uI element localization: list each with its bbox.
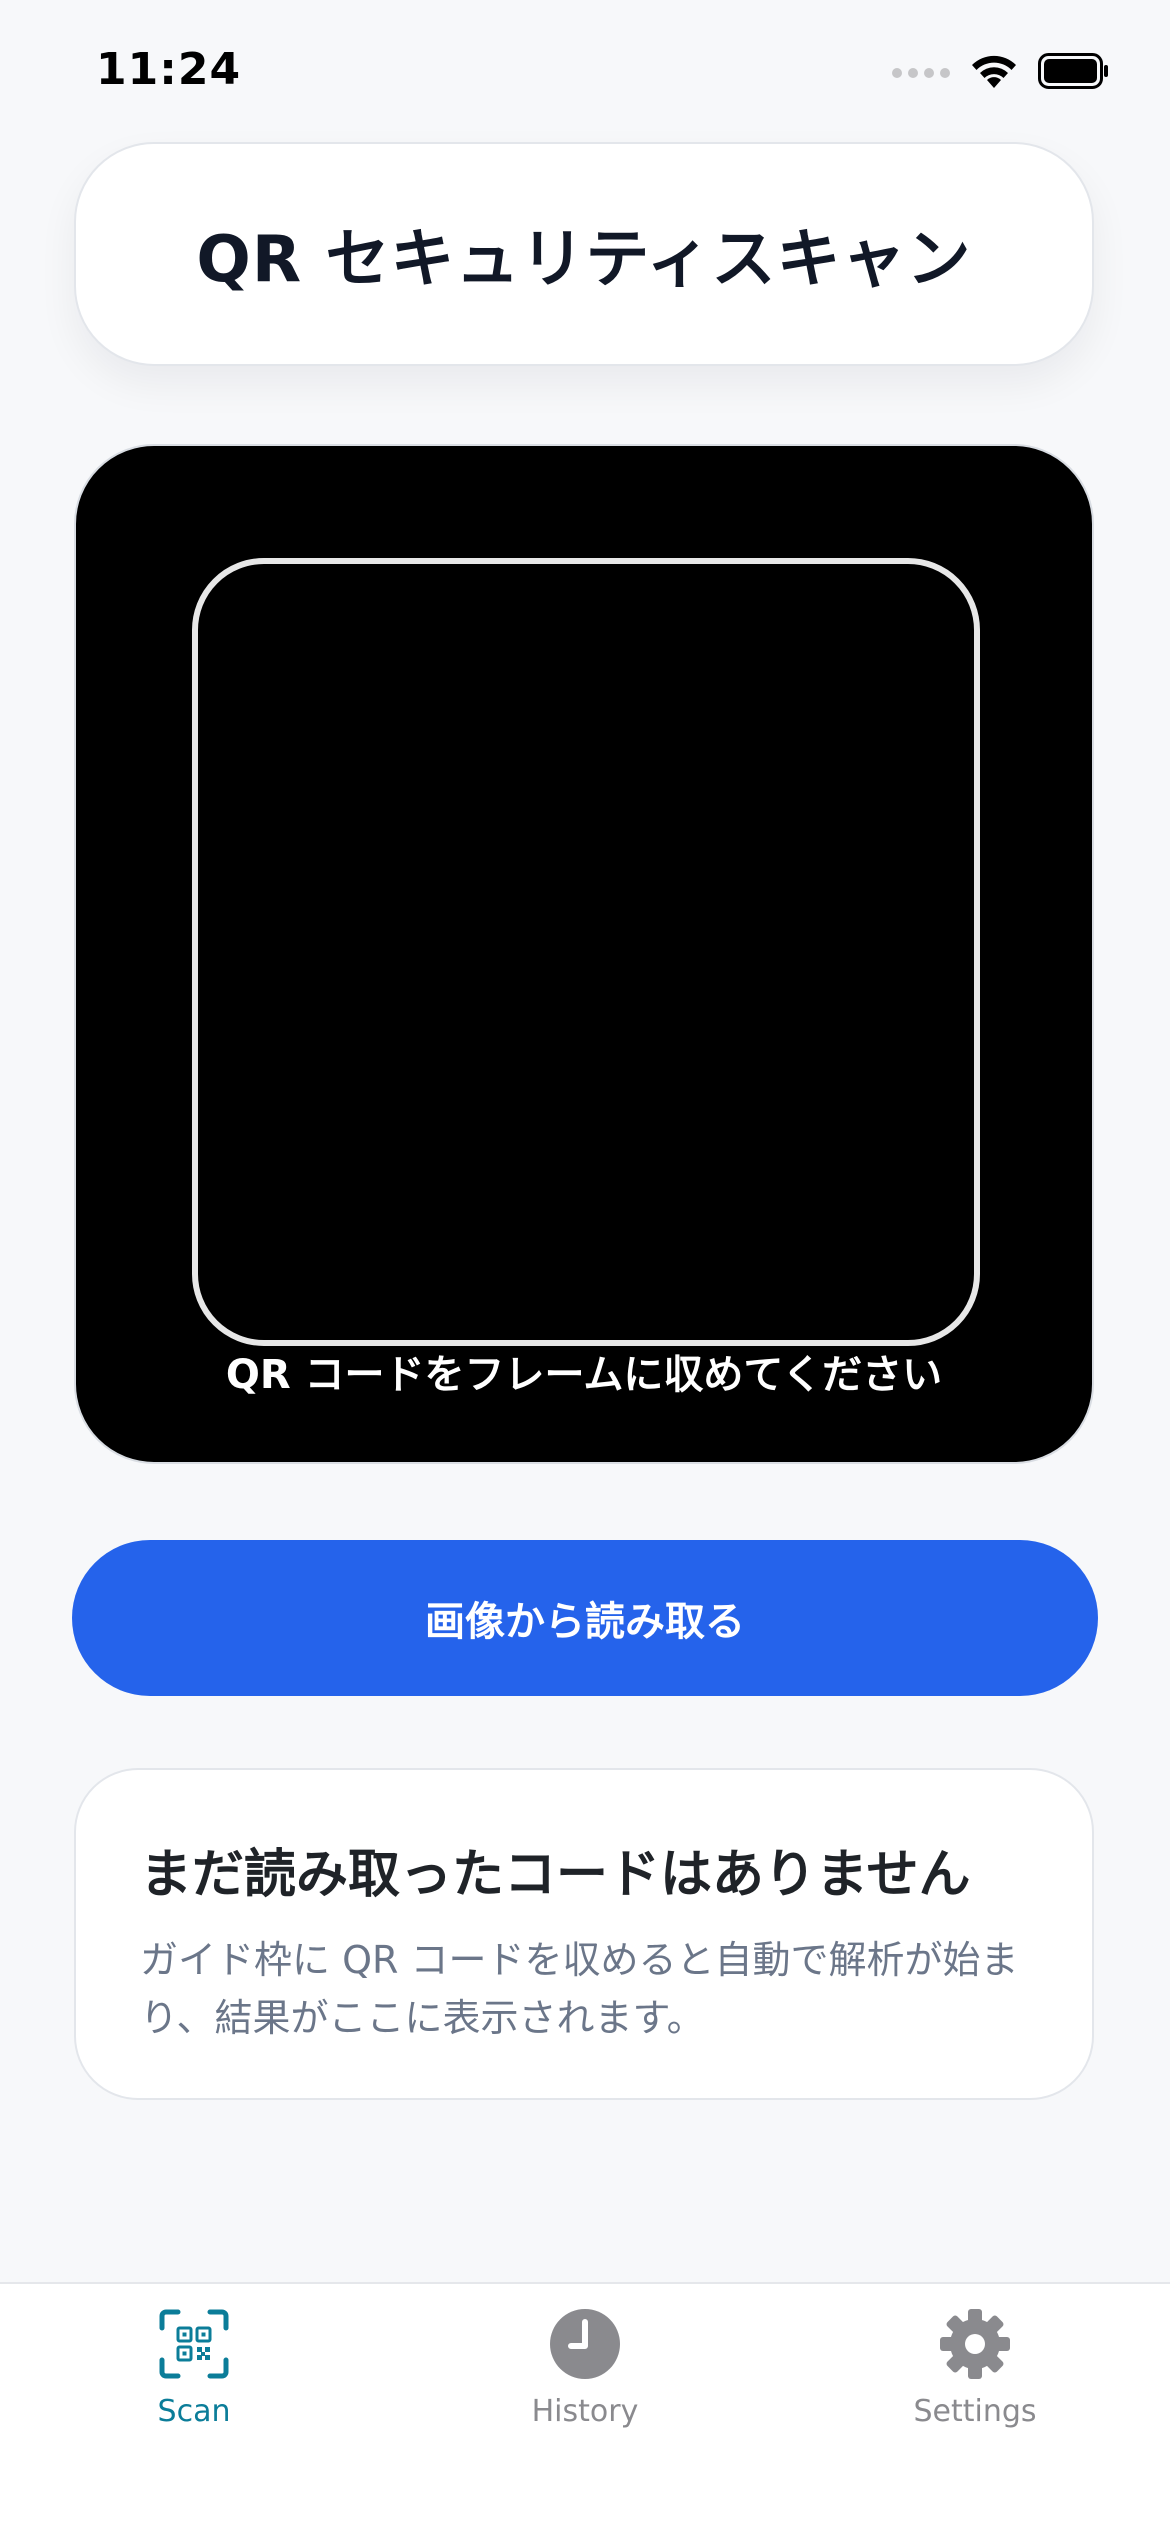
status-bar: 11:24 (0, 0, 1170, 140)
page-title: QR セキュリティスキャン (196, 223, 972, 297)
header-card: QR セキュリティスキャン (74, 142, 1094, 366)
tab-label-settings: Settings (913, 2394, 1037, 2429)
cellular-signal-icon (892, 68, 950, 78)
camera-preview[interactable]: QR コードをフレームに収めてください (74, 444, 1094, 1464)
scan-guide-frame (192, 558, 980, 1346)
tab-label-scan: Scan (157, 2394, 231, 2429)
battery-icon (1038, 53, 1110, 93)
camera-hint-text: QR コードをフレームに収めてください (225, 1352, 943, 1398)
tab-history[interactable]: History (465, 2302, 705, 2429)
tab-bar: Scan History Settings (0, 2282, 1170, 2532)
wifi-icon (968, 52, 1020, 94)
empty-state-title: まだ読み取ったコードはありません (140, 1845, 971, 1905)
clock-icon (543, 2302, 627, 2386)
status-time: 11:24 (96, 44, 242, 95)
qr-scan-icon (152, 2302, 236, 2386)
status-icons (892, 52, 1110, 94)
tab-scan[interactable]: Scan (74, 2302, 314, 2429)
tab-label-history: History (531, 2394, 639, 2429)
read-from-image-button[interactable]: 画像から読み取る (72, 1540, 1098, 1696)
tab-settings[interactable]: Settings (855, 2302, 1095, 2429)
empty-state-description: ガイド枠に QR コードを収めると自動で解析が始まり、結果がここに表示されます。 (140, 1938, 1019, 2040)
gear-icon (933, 2302, 1017, 2386)
empty-state-card: まだ読み取ったコードはありません ガイド枠に QR コードを収めると自動で解析が… (74, 1768, 1094, 2100)
